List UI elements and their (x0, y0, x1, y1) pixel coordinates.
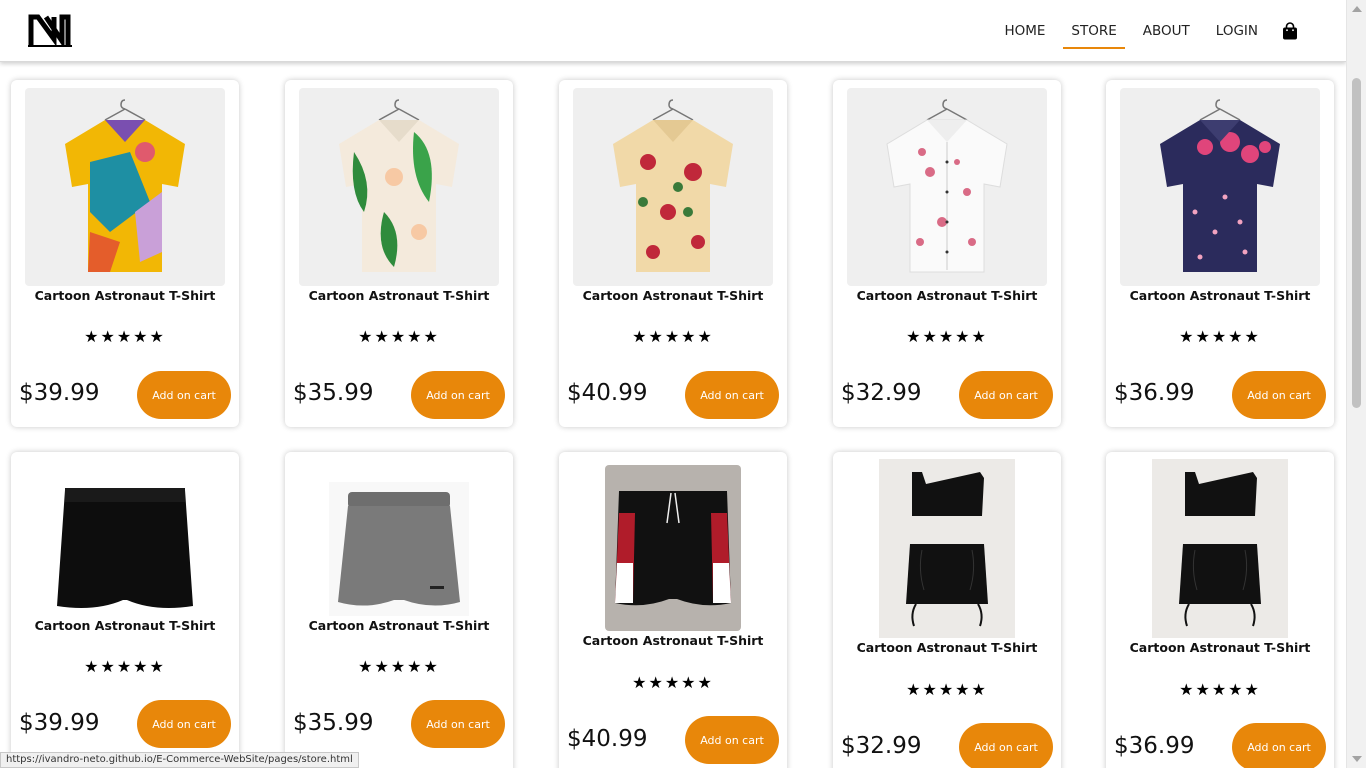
product-card[interactable]: Cartoon Astronaut T-Shirt ★★★★★ $40.99 A… (559, 452, 787, 768)
product-price: $39.99 (19, 710, 100, 736)
add-to-cart-button[interactable]: Add on cart (1232, 371, 1326, 419)
product-image[interactable] (1120, 88, 1320, 286)
outfit-image (1179, 471, 1261, 626)
product-price: $36.99 (1114, 380, 1195, 406)
add-to-cart-button[interactable]: Add on cart (959, 371, 1053, 419)
product-title: Cartoon Astronaut T-Shirt (308, 618, 490, 633)
add-to-cart-button[interactable]: Add on cart (1232, 723, 1326, 768)
outfit-image (906, 471, 988, 626)
product-card[interactable]: Cartoon Astronaut T-Shirt ★★★★★ $39.99 A… (11, 452, 239, 768)
product-title: Cartoon Astronaut T-Shirt (308, 288, 490, 303)
scroll-down-arrow-icon[interactable] (1352, 756, 1362, 762)
vertical-scrollbar[interactable] (1346, 0, 1366, 768)
product-card[interactable]: Cartoon Astronaut T-Shirt ★★★★★ $32.99 A… (833, 452, 1061, 768)
add-to-cart-button[interactable]: Add on cart (411, 371, 505, 419)
scrollbar-thumb[interactable] (1352, 78, 1361, 408)
link-status-bar: https://ivandro-neto.github.io/E-Commerc… (0, 752, 359, 768)
add-to-cart-button[interactable]: Add on cart (959, 723, 1053, 768)
shirt-image (65, 99, 185, 272)
product-image[interactable] (879, 459, 1015, 638)
star-rating: ★★★★★ (906, 327, 988, 346)
product-price: $40.99 (567, 380, 648, 406)
product-image[interactable] (847, 88, 1047, 286)
product-image[interactable] (329, 482, 469, 616)
product-price: $32.99 (841, 380, 922, 406)
nav-home[interactable]: HOME (1004, 17, 1045, 45)
product-card[interactable]: Cartoon Astronaut T-Shirt ★★★★★ $32.99 A… (833, 80, 1061, 427)
product-card[interactable]: Cartoon Astronaut T-Shirt ★★★★★ $40.99 A… (559, 80, 787, 427)
shorts-image (615, 491, 731, 606)
shirt-image (613, 99, 733, 272)
product-price: $39.99 (19, 380, 100, 406)
product-card[interactable]: Cartoon Astronaut T-Shirt ★★★★★ $39.99 A… (11, 80, 239, 427)
product-image[interactable] (55, 476, 195, 616)
nav-login[interactable]: LOGIN (1216, 17, 1258, 45)
product-title: Cartoon Astronaut T-Shirt (856, 288, 1038, 303)
shorts-image (57, 488, 193, 608)
star-rating: ★★★★★ (632, 673, 714, 692)
add-to-cart-button[interactable]: Add on cart (685, 716, 779, 764)
product-price: $35.99 (293, 380, 374, 406)
product-title: Cartoon Astronaut T-Shirt (582, 288, 764, 303)
product-card[interactable]: Cartoon Astronaut T-Shirt ★★★★★ $35.99 A… (285, 452, 513, 768)
main-nav: HOME STORE ABOUT LOGIN (978, 0, 1298, 62)
shirt-image (1160, 99, 1280, 272)
product-card[interactable]: Cartoon Astronaut T-Shirt ★★★★★ $36.99 A… (1106, 80, 1334, 427)
nav-about[interactable]: ABOUT (1143, 17, 1190, 45)
product-image[interactable] (573, 88, 773, 286)
product-image[interactable] (25, 88, 225, 286)
product-title: Cartoon Astronaut T-Shirt (34, 618, 216, 633)
star-rating: ★★★★★ (1179, 327, 1261, 346)
shirt-image (339, 99, 459, 272)
star-rating: ★★★★★ (632, 327, 714, 346)
product-title: Cartoon Astronaut T-Shirt (1129, 640, 1311, 655)
add-to-cart-button[interactable]: Add on cart (685, 371, 779, 419)
add-to-cart-button[interactable]: Add on cart (137, 371, 231, 419)
product-price: $40.99 (567, 726, 648, 752)
product-card[interactable]: Cartoon Astronaut T-Shirt ★★★★★ $35.99 A… (285, 80, 513, 427)
shirt-image (886, 99, 1008, 273)
scroll-up-arrow-icon[interactable] (1352, 6, 1362, 12)
product-image[interactable] (1152, 459, 1288, 638)
brand-logo[interactable] (28, 13, 72, 47)
product-price: $32.99 (841, 733, 922, 759)
product-title: Cartoon Astronaut T-Shirt (34, 288, 216, 303)
star-rating: ★★★★★ (358, 327, 440, 346)
shorts-image (338, 492, 460, 606)
star-rating: ★★★★★ (84, 657, 166, 676)
star-rating: ★★★★★ (906, 680, 988, 699)
product-card[interactable]: Cartoon Astronaut T-Shirt ★★★★★ $36.99 A… (1106, 452, 1334, 768)
add-to-cart-button[interactable]: Add on cart (411, 700, 505, 748)
product-title: Cartoon Astronaut T-Shirt (1129, 288, 1311, 303)
star-rating: ★★★★★ (1179, 680, 1261, 699)
star-rating: ★★★★★ (84, 327, 166, 346)
nav-store[interactable]: STORE (1063, 17, 1126, 49)
product-price: $36.99 (1114, 733, 1195, 759)
product-title: Cartoon Astronaut T-Shirt (856, 640, 1038, 655)
product-price: $35.99 (293, 710, 374, 736)
star-rating: ★★★★★ (358, 657, 440, 676)
product-image[interactable] (299, 88, 499, 286)
shopping-bag-icon[interactable] (1282, 22, 1298, 40)
product-title: Cartoon Astronaut T-Shirt (582, 633, 764, 648)
product-image[interactable] (605, 465, 741, 631)
add-to-cart-button[interactable]: Add on cart (137, 700, 231, 748)
site-header: HOME STORE ABOUT LOGIN (0, 0, 1346, 62)
product-grid: Cartoon Astronaut T-Shirt ★★★★★ $39.99 A… (0, 62, 1346, 768)
